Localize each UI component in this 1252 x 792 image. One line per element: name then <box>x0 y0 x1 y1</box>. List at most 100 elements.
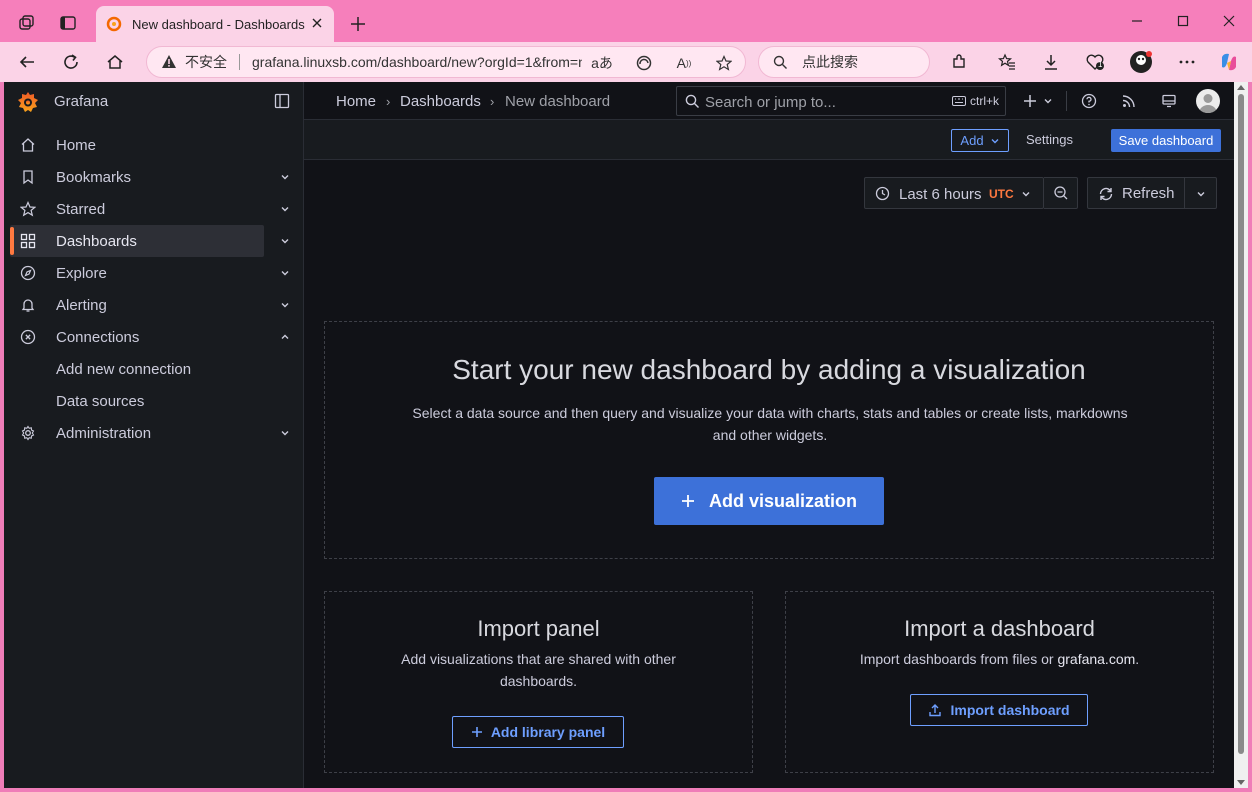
refresh-interval-chevron-down-icon[interactable] <box>1196 189 1206 199</box>
sidebar-item-bookmarks[interactable]: Bookmarks <box>10 161 264 193</box>
tab-actions-icon[interactable] <box>54 9 82 37</box>
refresh-label: Refresh <box>1122 185 1175 202</box>
browser-tab-active[interactable]: New dashboard - Dashboards - Grafana <box>96 6 334 42</box>
chevron-down-icon[interactable] <box>280 428 290 438</box>
breadcrumb-dashboards[interactable]: Dashboards <box>400 93 481 110</box>
user-avatar[interactable] <box>1196 89 1220 113</box>
news-rss-icon[interactable] <box>1119 91 1139 111</box>
chevron-down-icon[interactable] <box>280 268 290 278</box>
extensions-icon[interactable] <box>944 48 974 76</box>
new-plus-icon[interactable] <box>1020 91 1040 111</box>
close-tab-icon[interactable] <box>310 16 324 30</box>
search-icon <box>685 94 700 109</box>
more-options-icon[interactable] <box>1172 48 1202 76</box>
import-dashboard-description-text: Import dashboards from files or <box>859 651 1058 667</box>
empty-dashboard-title: Start your new dashboard by adding a vis… <box>452 354 1086 385</box>
browser-essentials-icon[interactable]: 1 <box>1080 48 1110 76</box>
shortcut-label: ctrl+k <box>969 94 999 108</box>
kiosk-monitor-icon[interactable] <box>1159 91 1179 111</box>
import-panel-title: Import panel <box>477 616 600 641</box>
reload-icon[interactable] <box>56 48 86 76</box>
sidebar: Grafana Home Bookmarks Starred Dashboard… <box>4 82 304 788</box>
settings-button[interactable]: Settings <box>1026 132 1073 147</box>
chevron-down-icon[interactable] <box>280 204 290 214</box>
favorites-icon[interactable] <box>992 48 1022 76</box>
add-library-panel-button[interactable]: Add library panel <box>452 716 624 748</box>
sidebar-item-administration[interactable]: Administration <box>10 417 264 449</box>
translate-icon[interactable]: aあ <box>591 53 613 73</box>
add-button-label: Add <box>960 133 984 148</box>
cog-icon <box>20 425 36 441</box>
save-dashboard-button[interactable]: Save dashboard <box>1111 129 1221 152</box>
chevron-down-icon[interactable] <box>280 300 290 310</box>
read-aloud-icon[interactable]: A)) <box>673 53 695 73</box>
scroll-down-arrow-icon[interactable] <box>1237 780 1245 785</box>
sidebar-item-dashboards[interactable]: Dashboards <box>10 225 264 257</box>
refresh-button[interactable]: Refresh <box>1087 177 1217 209</box>
chevron-down-icon[interactable] <box>1038 91 1058 111</box>
plus-icon <box>471 726 483 738</box>
downloads-icon[interactable] <box>1036 48 1066 76</box>
warning-icon[interactable] <box>161 54 177 70</box>
zoom-out-button[interactable] <box>1044 177 1078 209</box>
chevron-up-icon[interactable] <box>280 332 290 342</box>
import-dashboard-title: Import a dashboard <box>904 616 1095 641</box>
sidebar-item-label: Administration <box>56 425 152 442</box>
sidebar-item-starred[interactable]: Starred <box>10 193 264 225</box>
browser-tab-bar: New dashboard - Dashboards - Grafana <box>0 0 1252 42</box>
timezone-badge: UTC <box>989 187 1014 201</box>
sidebar-header: Grafana <box>4 82 303 120</box>
empty-dashboard-panel: Start your new dashboard by adding a vis… <box>324 321 1214 559</box>
browser-search-placeholder: 点此搜索 <box>802 54 858 70</box>
new-tab-icon[interactable] <box>344 10 372 38</box>
security-label[interactable]: 不安全 <box>185 52 227 72</box>
chevron-down-icon[interactable] <box>280 236 290 246</box>
add-button[interactable]: Add <box>951 129 1009 152</box>
url-text[interactable]: grafana.linuxsb.com/dashboard/new?orgId=… <box>252 54 582 70</box>
sidebar-item-label: Bookmarks <box>56 169 132 186</box>
url-bar[interactable]: 不安全 grafana.linuxsb.com/dashboard/new?or… <box>146 46 746 78</box>
home-browser-icon[interactable] <box>100 48 130 76</box>
grafana-favicon-icon <box>106 16 122 32</box>
time-range-label: Last 6 hours <box>899 186 982 203</box>
scroll-up-arrow-icon[interactable] <box>1237 85 1245 90</box>
profile-avatar-icon[interactable] <box>1126 48 1156 76</box>
import-dashboard-button[interactable]: Import dashboard <box>910 694 1088 726</box>
time-range-picker[interactable]: Last 6 hours UTC <box>864 177 1044 209</box>
breadcrumb-separator: › <box>386 94 391 109</box>
add-library-panel-label: Add library panel <box>490 724 606 740</box>
sidebar-subitem-add-new-connection[interactable]: Add new connection <box>56 361 191 378</box>
global-search-input[interactable]: Search or jump to... ctrl+k <box>676 86 1006 116</box>
zoom-out-icon <box>1053 185 1069 201</box>
favorite-star-icon[interactable] <box>713 53 735 73</box>
description-period: . <box>1135 651 1140 667</box>
add-visualization-button[interactable]: Add visualization <box>654 477 884 525</box>
sidebar-subitem-data-sources[interactable]: Data sources <box>56 393 144 410</box>
sidebar-item-home[interactable]: Home <box>10 129 264 161</box>
maximize-icon[interactable] <box>1168 8 1198 34</box>
page-scrollbar[interactable] <box>1234 82 1248 788</box>
compass-icon <box>20 265 36 281</box>
help-icon[interactable] <box>1079 91 1099 111</box>
topbar-divider <box>1066 91 1067 111</box>
sidebar-item-alerting[interactable]: Alerting <box>10 289 264 321</box>
sidebar-item-label: Dashboards <box>56 233 137 250</box>
sidebar-item-connections[interactable]: Connections <box>10 321 264 353</box>
scrollbar-thumb[interactable] <box>1238 94 1244 754</box>
sidebar-item-explore[interactable]: Explore <box>10 257 264 289</box>
grafana-com-link[interactable]: grafana.com <box>1057 651 1135 667</box>
edge-extension-icon[interactable] <box>633 53 655 73</box>
grafana-logo-icon[interactable] <box>16 90 40 114</box>
minimize-icon[interactable] <box>1122 8 1152 34</box>
browser-search-box[interactable]: 点此搜索 <box>758 46 930 78</box>
copilot-icon[interactable] <box>1214 48 1244 76</box>
add-visualization-label: Add visualization <box>708 490 858 511</box>
workspaces-icon[interactable] <box>12 9 40 37</box>
back-icon[interactable] <box>12 48 42 76</box>
close-window-icon[interactable] <box>1214 8 1244 34</box>
breadcrumb-home[interactable]: Home <box>336 93 376 110</box>
upload-icon <box>928 703 942 717</box>
dock-menu-icon[interactable] <box>274 93 290 109</box>
breadcrumb-current: New dashboard <box>505 93 611 110</box>
chevron-down-icon[interactable] <box>280 172 290 182</box>
